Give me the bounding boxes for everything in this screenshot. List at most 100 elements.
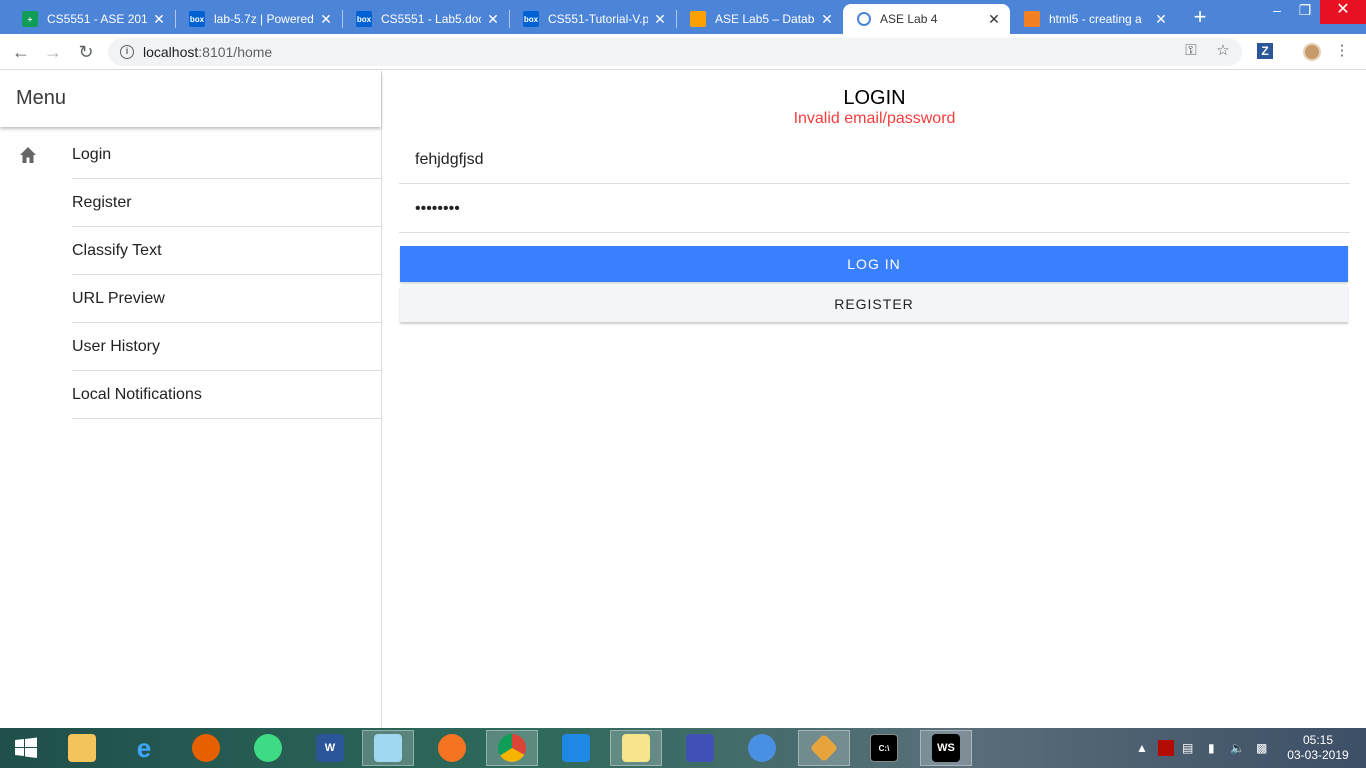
- internet-explorer-app[interactable]: e: [118, 730, 170, 766]
- browser-tab[interactable]: box lab-5.7z | Powered ✕: [175, 4, 342, 34]
- menu-item-label: User History: [72, 338, 161, 355]
- word-icon: W: [316, 734, 344, 762]
- app-generic[interactable]: [550, 730, 602, 766]
- tab-close-icon[interactable]: ✕: [819, 11, 835, 28]
- back-arrow-icon[interactable]: ←: [11, 42, 31, 62]
- windows-logo-icon: [15, 737, 37, 758]
- diamond-icon: [809, 733, 839, 763]
- notepad-icon: [374, 734, 402, 762]
- box-icon: box: [189, 11, 205, 27]
- network-app[interactable]: [674, 730, 726, 766]
- password-input[interactable]: [415, 185, 1335, 232]
- minimize-button[interactable]: –: [1262, 0, 1292, 24]
- browser-tab[interactable]: box CS5551 - Lab5.docx ✕: [342, 4, 509, 34]
- command-prompt-app[interactable]: C:\: [858, 730, 910, 766]
- android-studio-icon: [254, 734, 282, 762]
- ubuntu-app[interactable]: [426, 730, 478, 766]
- address-bar[interactable]: i localhost:8101/home: [108, 38, 1242, 66]
- app-icon: [562, 734, 590, 762]
- tab-title: CS5551 - Lab5.docx: [381, 12, 481, 26]
- firefox-app[interactable]: [180, 730, 232, 766]
- url-text[interactable]: localhost:8101/home: [143, 44, 272, 60]
- menu-item-register[interactable]: Register: [0, 179, 381, 227]
- tab-title: ASE Lab 4: [880, 12, 938, 26]
- acrobat-tray-icon[interactable]: [1158, 728, 1174, 768]
- tab-close-icon[interactable]: ✕: [652, 11, 668, 28]
- tab-title: CS5551 - ASE 2019: [47, 12, 147, 26]
- browser-tab[interactable]: ASE Lab 4 ✕: [843, 4, 1010, 34]
- volume-tray-icon[interactable]: 🔈: [1230, 728, 1245, 768]
- box-icon: box: [523, 11, 539, 27]
- webstorm-app[interactable]: WS: [920, 730, 972, 766]
- menu-header: Menu: [0, 71, 381, 127]
- zotero-extension-icon[interactable]: Z: [1257, 43, 1273, 59]
- browser-tab[interactable]: + CS5551 - ASE 2019 ✕: [8, 4, 175, 34]
- sourcetree-app[interactable]: [798, 730, 850, 766]
- password-field: [399, 185, 1350, 233]
- forward-arrow-icon[interactable]: →: [43, 42, 63, 62]
- profile-avatar[interactable]: [1303, 43, 1321, 61]
- menu-item-label: Local Notifications: [72, 386, 202, 403]
- clock-time: 05:15: [1302, 733, 1334, 747]
- sticky-notes-icon: [622, 734, 650, 762]
- notepad-app[interactable]: [362, 730, 414, 766]
- app-blue-circle[interactable]: [736, 730, 788, 766]
- sheets-icon: +: [22, 11, 38, 27]
- battery-tray-icon[interactable]: ▮: [1208, 728, 1215, 768]
- show-hidden-icons[interactable]: ▲: [1136, 728, 1148, 768]
- clock-date: 03-03-2019: [1287, 748, 1349, 762]
- reload-icon[interactable]: ↻: [76, 42, 96, 62]
- taskbar: e W C:\ WS ▲ ▤ ▮ 🔈 ▩ 05:15 03-03-2019: [0, 728, 1366, 768]
- menu-title: Menu: [16, 87, 67, 109]
- menu-list: Login Register Classify Text URL Preview…: [0, 127, 381, 419]
- start-button[interactable]: [0, 730, 52, 766]
- register-button[interactable]: REGISTER: [400, 286, 1348, 322]
- info-icon[interactable]: i: [120, 45, 134, 59]
- network-icon: [686, 734, 714, 762]
- menu-item-login[interactable]: Login: [0, 131, 381, 179]
- menu-item-url-preview[interactable]: URL Preview: [0, 275, 381, 323]
- menu-item-label: Login: [72, 146, 112, 163]
- login-page: LOGIN Invalid email/password LOG IN REGI…: [383, 71, 1366, 728]
- firefox-icon: [192, 734, 220, 762]
- sticky-notes-app[interactable]: [610, 730, 662, 766]
- tab-title: lab-5.7z | Powered: [214, 12, 314, 26]
- tab-close-icon[interactable]: ✕: [151, 11, 167, 28]
- browser-tab[interactable]: html5 - creating a ✕: [1010, 4, 1177, 34]
- folder-icon: [68, 734, 96, 762]
- browser-toolbar: ← → ↻ i localhost:8101/home ⚿ ☆ ⋮: [0, 34, 1366, 70]
- word-app[interactable]: W: [304, 730, 356, 766]
- chrome-app[interactable]: [486, 730, 538, 766]
- file-explorer-app[interactable]: [56, 730, 108, 766]
- window-close-button[interactable]: ✕: [1320, 0, 1366, 24]
- menu-item-user-history[interactable]: User History: [0, 323, 381, 371]
- tab-close-icon[interactable]: ✕: [318, 11, 334, 28]
- firebase-icon: [690, 11, 706, 27]
- tab-close-icon[interactable]: ✕: [986, 11, 1002, 28]
- menu-item-classify-text[interactable]: Classify Text: [0, 227, 381, 275]
- menu-item-label: Classify Text: [72, 242, 162, 259]
- system-clock[interactable]: 05:15 03-03-2019: [1283, 733, 1353, 763]
- box-icon: box: [356, 11, 372, 27]
- key-icon[interactable]: ⚿: [1182, 42, 1200, 60]
- email-input[interactable]: [415, 136, 1335, 183]
- stackoverflow-icon: [1024, 11, 1040, 27]
- login-button[interactable]: LOG IN: [400, 246, 1348, 282]
- tab-close-icon[interactable]: ✕: [485, 11, 501, 28]
- browser-tab[interactable]: box CS551-Tutorial-V.pp ✕: [509, 4, 676, 34]
- chrome-icon: [498, 734, 526, 762]
- email-field: [399, 136, 1350, 184]
- ubuntu-icon: [438, 734, 466, 762]
- android-studio-app[interactable]: [242, 730, 294, 766]
- device-tray-icon[interactable]: ▤: [1182, 728, 1193, 768]
- network-signal-icon[interactable]: ▩: [1256, 728, 1267, 768]
- url-path: :8101/home: [198, 44, 273, 60]
- browser-tab[interactable]: ASE Lab5 – Databa ✕: [676, 4, 843, 34]
- more-menu-icon[interactable]: ⋮: [1333, 42, 1351, 60]
- bookmark-star-icon[interactable]: ☆: [1214, 42, 1232, 60]
- restore-button[interactable]: ❐: [1290, 0, 1320, 24]
- tab-close-icon[interactable]: ✕: [1153, 11, 1169, 28]
- new-tab-button[interactable]: +: [1188, 6, 1212, 30]
- divider: [72, 418, 381, 419]
- menu-item-local-notifications[interactable]: Local Notifications: [0, 371, 381, 419]
